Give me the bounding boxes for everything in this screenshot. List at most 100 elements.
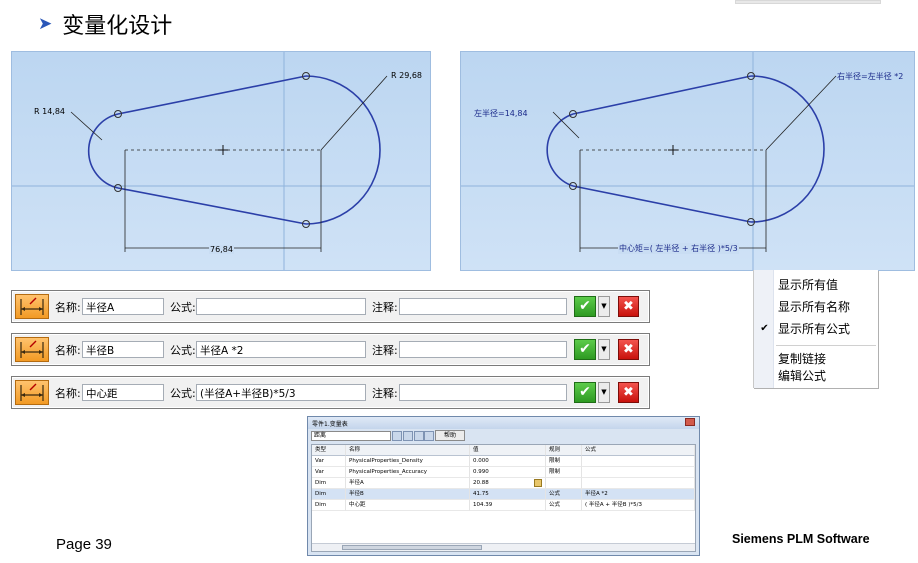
variable-row-distance: 名称: 中心距 公式: (半径A+半径B)*5/3 注释: ✔ ▼ ✖ bbox=[11, 376, 650, 409]
check-icon: ✔ bbox=[760, 323, 769, 334]
accept-dropdown-button[interactable]: ▼ bbox=[598, 382, 610, 403]
cancel-button[interactable]: ✖ bbox=[618, 296, 639, 317]
cell-formula bbox=[582, 456, 695, 467]
formula-field[interactable] bbox=[196, 298, 366, 315]
menu-item-copy-link[interactable]: 复制链接 bbox=[778, 350, 826, 367]
name-field[interactable]: 半径A bbox=[82, 298, 164, 315]
variable-table-title: 零件1.变量表 bbox=[312, 421, 348, 428]
cell-formula bbox=[582, 478, 695, 489]
cell-value: 0.990 bbox=[470, 467, 546, 478]
column-header-name[interactable]: 名称 bbox=[346, 445, 470, 456]
scrollbar-thumb[interactable] bbox=[342, 545, 482, 550]
close-icon[interactable] bbox=[685, 418, 695, 426]
cell-rule: 限制 bbox=[546, 467, 582, 478]
variable-row-b: 名称: 半径B 公式: 半径A *2 注释: ✔ ▼ ✖ bbox=[11, 333, 650, 366]
left-radius-formula-label: 左半径=14,84 bbox=[474, 109, 528, 118]
sketch-right: 左半径=14,84 右半径=左半径 *2 中心矩=( 左半径 + 右半径 )*5… bbox=[460, 51, 915, 271]
formula-field[interactable]: (半径A+半径B)*5/3 bbox=[196, 384, 366, 401]
cell-formula: 半径A *2 bbox=[582, 489, 695, 500]
name-label: 名称: bbox=[55, 301, 81, 314]
table-row[interactable]: Dim 中心距 104.39 公式 ( 半径A + 半径B )*5/3 bbox=[312, 500, 695, 511]
note-label: 注释: bbox=[372, 344, 398, 357]
column-header-rule[interactable]: 规则 bbox=[546, 445, 582, 456]
name-field[interactable]: 半径B bbox=[82, 341, 164, 358]
cell-name: PhysicalProperties_Density bbox=[346, 456, 470, 467]
cell-value: 0.000 bbox=[470, 456, 546, 467]
menu-item-show-values[interactable]: 显示所有值 bbox=[778, 276, 838, 293]
center-distance-formula-label: 中心矩=( 左半径 + 右半径 )*5/3 bbox=[618, 243, 739, 254]
cell-rule: 限制 bbox=[546, 456, 582, 467]
column-header-formula[interactable]: 公式 bbox=[582, 445, 695, 456]
note-field[interactable] bbox=[399, 298, 567, 315]
formula-icon[interactable] bbox=[414, 431, 424, 441]
note-label: 注释: bbox=[372, 301, 398, 314]
filter-icon[interactable] bbox=[392, 431, 402, 441]
filter-select[interactable]: 距离 bbox=[311, 431, 391, 441]
brand-label: Siemens PLM Software bbox=[732, 532, 870, 546]
accept-button[interactable]: ✔ bbox=[574, 382, 596, 403]
dimension-variable-icon[interactable] bbox=[15, 294, 49, 319]
cell-type: Var bbox=[312, 456, 346, 467]
menu-separator bbox=[776, 345, 876, 346]
accept-button[interactable]: ✔ bbox=[574, 339, 596, 360]
column-header-value[interactable]: 值 bbox=[470, 445, 546, 456]
chevron-down-icon: ▼ bbox=[601, 302, 607, 310]
horizontal-scrollbar[interactable] bbox=[312, 543, 695, 551]
cell-type: Dim bbox=[312, 489, 346, 500]
menu-item-show-formulas[interactable]: 显示所有公式 bbox=[778, 320, 850, 337]
formula-label: 公式: bbox=[170, 387, 196, 400]
close-icon: ✖ bbox=[623, 342, 634, 357]
slide-title-row: ➤ 变量化设计 bbox=[38, 8, 172, 40]
accept-button[interactable]: ✔ bbox=[574, 296, 596, 317]
table-header-row: 类型 名称 值 规则 公式 bbox=[312, 445, 695, 456]
cell-type: Dim bbox=[312, 478, 346, 489]
cell-rule bbox=[546, 478, 582, 489]
cell-type: Dim bbox=[312, 500, 346, 511]
variable-table-window: 零件1.变量表 距离 帮助 类型 名称 值 规则 公式 Var Physical… bbox=[307, 416, 700, 556]
bullet-arrow-icon: ➤ bbox=[38, 14, 53, 34]
help-button[interactable]: 帮助 bbox=[435, 430, 465, 441]
print-icon[interactable] bbox=[424, 431, 434, 441]
accept-dropdown-button[interactable]: ▼ bbox=[598, 296, 610, 317]
menu-item-edit-formula[interactable]: 编辑公式 bbox=[778, 367, 826, 384]
dimension-variable-icon[interactable] bbox=[15, 337, 49, 362]
cancel-button[interactable]: ✖ bbox=[618, 339, 639, 360]
cell-name: PhysicalProperties_Accuracy bbox=[346, 467, 470, 478]
table-row-selected[interactable]: Dim 半径B 41.75 公式 半径A *2 bbox=[312, 489, 695, 500]
variable-row-a: 名称: 半径A 公式: 注释: ✔ ▼ ✖ bbox=[11, 290, 650, 323]
formula-field[interactable]: 半径A *2 bbox=[196, 341, 366, 358]
table-row[interactable]: Var PhysicalProperties_Density 0.000 限制 bbox=[312, 456, 695, 467]
dimension-variable-icon[interactable] bbox=[15, 380, 49, 405]
radius-large-label: R 29,68 bbox=[391, 71, 423, 80]
accept-dropdown-button[interactable]: ▼ bbox=[598, 339, 610, 360]
cell-formula: ( 半径A + 半径B )*5/3 bbox=[582, 500, 695, 511]
menu-item-show-names[interactable]: 显示所有名称 bbox=[778, 298, 850, 315]
formula-label: 公式: bbox=[170, 344, 196, 357]
chevron-down-icon: ▼ bbox=[601, 345, 607, 353]
cell-value: 104.39 bbox=[470, 500, 546, 511]
right-radius-formula-label: 右半径=左半径 *2 bbox=[837, 72, 904, 81]
cancel-button[interactable]: ✖ bbox=[618, 382, 639, 403]
note-field[interactable] bbox=[399, 341, 567, 358]
top-right-bar bbox=[735, 0, 881, 4]
lock-icon[interactable] bbox=[534, 479, 542, 487]
variable-table-toolbar: 距离 帮助 bbox=[308, 429, 699, 443]
note-label: 注释: bbox=[372, 387, 398, 400]
table-row[interactable]: Dim 半径A 20.88 bbox=[312, 478, 695, 489]
check-icon: ✔ bbox=[579, 298, 591, 314]
check-icon: ✔ bbox=[579, 341, 591, 357]
name-field[interactable]: 中心距 bbox=[82, 384, 164, 401]
center-distance-label: 76,84 bbox=[209, 245, 234, 254]
sort-icon[interactable] bbox=[403, 431, 413, 441]
cell-rule: 公式 bbox=[546, 489, 582, 500]
column-header-type[interactable]: 类型 bbox=[312, 445, 346, 456]
name-label: 名称: bbox=[55, 344, 81, 357]
close-icon: ✖ bbox=[623, 299, 634, 314]
cell-value: 41.75 bbox=[470, 489, 546, 500]
cell-rule: 公式 bbox=[546, 500, 582, 511]
note-field[interactable] bbox=[399, 384, 567, 401]
table-row[interactable]: Var PhysicalProperties_Accuracy 0.990 限制 bbox=[312, 467, 695, 478]
context-menu: 显示所有值 显示所有名称 ✔ 显示所有公式 复制链接 编辑公式 bbox=[753, 270, 878, 388]
cell-formula bbox=[582, 467, 695, 478]
name-label: 名称: bbox=[55, 387, 81, 400]
